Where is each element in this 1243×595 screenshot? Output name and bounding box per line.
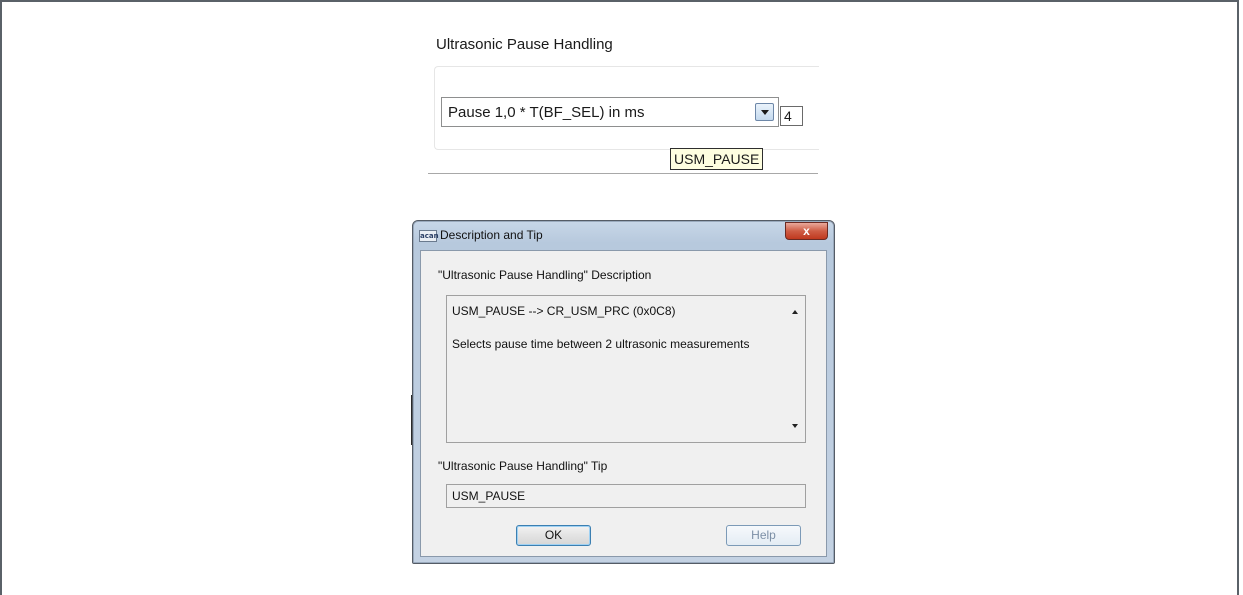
- register-value-field[interactable]: 4: [780, 106, 803, 126]
- dialog-titlebar[interactable]: acan Description and Tip x: [413, 221, 834, 249]
- description-dialog: acan Description and Tip x "Ultrasonic P…: [412, 220, 835, 564]
- tip-label: "Ultrasonic Pause Handling" Tip: [438, 459, 608, 473]
- description-line: Selects pause time between 2 ultrasonic …: [452, 337, 750, 351]
- group-title: Ultrasonic Pause Handling: [436, 36, 613, 53]
- ok-button[interactable]: OK: [516, 525, 591, 546]
- help-button[interactable]: Help: [726, 525, 801, 546]
- group-divider: [428, 173, 818, 174]
- dialog-content: "Ultrasonic Pause Handling" Description …: [420, 250, 827, 557]
- scroll-up-icon[interactable]: [792, 310, 798, 314]
- description-label: "Ultrasonic Pause Handling" Description: [438, 268, 652, 282]
- register-tooltip: USM_PAUSE: [670, 148, 764, 170]
- app-icon: acan: [419, 230, 439, 242]
- dialog-title: Description and Tip: [440, 228, 543, 242]
- description-line: USM_PAUSE --> CR_USM_PRC (0x0C8): [452, 304, 676, 318]
- description-textbox[interactable]: USM_PAUSE --> CR_USM_PRC (0x0C8) Selects…: [446, 295, 806, 443]
- chevron-down-icon[interactable]: [755, 103, 774, 121]
- combo-selected-value: Pause 1,0 * T(BF_SEL) in ms: [448, 104, 645, 121]
- pause-combobox[interactable]: Pause 1,0 * T(BF_SEL) in ms: [441, 97, 779, 127]
- tip-textbox[interactable]: USM_PAUSE: [446, 484, 806, 508]
- close-icon[interactable]: x: [785, 222, 828, 240]
- scroll-down-icon[interactable]: [792, 424, 798, 428]
